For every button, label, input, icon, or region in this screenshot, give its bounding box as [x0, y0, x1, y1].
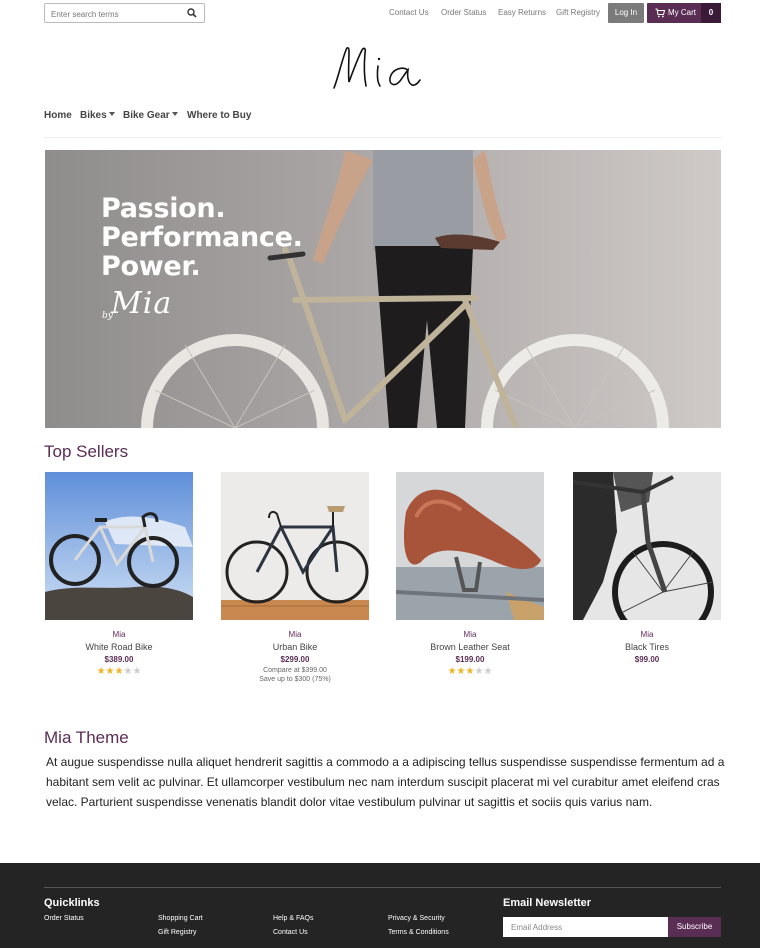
product-name[interactable]: White Road Bike: [45, 642, 193, 652]
star-rating: ★★★★★: [45, 666, 193, 677]
easy-returns-link[interactable]: Easy Returns: [498, 8, 546, 17]
nav-home[interactable]: Home: [44, 110, 72, 121]
hero-line-3: Power.: [101, 251, 201, 282]
product-price: $99.00: [634, 655, 660, 664]
login-button[interactable]: Log In: [608, 3, 644, 23]
star-filled-icon: ★★★: [96, 666, 124, 677]
product-brand: Mia: [463, 630, 477, 639]
theme-heading: Mia Theme: [44, 728, 129, 747]
compare-price: Compare at $399.00: [263, 667, 327, 674]
footer-link-terms-conditions[interactable]: Terms & Conditions: [388, 929, 449, 936]
product-brand: Mia: [288, 630, 302, 639]
site-logo[interactable]: [320, 38, 440, 98]
footer-link-gift-registry[interactable]: Gift Registry: [158, 929, 197, 936]
hero-headline: Passion. Performance. Power.: [101, 194, 303, 281]
star-empty-icon: ★★: [474, 666, 493, 677]
cart-button[interactable]: My Cart 0: [647, 3, 721, 23]
search-box: [44, 3, 205, 24]
footer-link-order-status[interactable]: Order Status: [44, 915, 84, 922]
footer-link-shopping-cart[interactable]: Shopping Cart: [158, 915, 203, 922]
product-name[interactable]: Black Tires: [573, 642, 721, 652]
top-bar: Contact Us Order Status Easy Returns Gif…: [0, 0, 760, 28]
nav-bike-gear-label: Bike Gear: [123, 110, 170, 121]
contact-us-link[interactable]: Contact Us: [389, 8, 429, 17]
footer: Quicklinks Order Status Shopping Cart Gi…: [0, 863, 760, 948]
cart-icon: [655, 8, 665, 18]
caret-down-icon: [108, 112, 115, 116]
order-status-link[interactable]: Order Status: [441, 8, 486, 17]
star-filled-icon: ★★★: [447, 666, 475, 677]
quicklinks-heading: Quicklinks: [44, 897, 100, 909]
hero-line-2: Performance.: [101, 222, 303, 253]
search-input[interactable]: [45, 5, 180, 24]
product-name[interactable]: Urban Bike: [221, 642, 369, 652]
product-price: $199.00: [455, 655, 485, 664]
cart-label: My Cart: [668, 8, 696, 17]
product-brand: Mia: [112, 630, 126, 639]
white-road-bike-image[interactable]: [45, 472, 193, 620]
footer-link-contact-us[interactable]: Contact Us: [273, 929, 308, 936]
urban-bike-image[interactable]: [221, 472, 369, 620]
subscribe-button[interactable]: Subscribe: [668, 917, 721, 937]
nav-bikes[interactable]: Bikes: [80, 110, 115, 121]
footer-link-help-faqs[interactable]: Help & FAQs: [273, 915, 313, 922]
footer-link-privacy-security[interactable]: Privacy & Security: [388, 915, 445, 922]
theme-description: At augue suspendisse nulla aliquet hendr…: [46, 755, 725, 809]
savings-text: Save up to $300 (75%): [259, 676, 331, 683]
product-name[interactable]: Brown Leather Seat: [396, 642, 544, 652]
newsletter-email-input[interactable]: [503, 917, 668, 937]
caret-down-icon: [171, 112, 178, 116]
product-price: $389.00: [104, 655, 134, 664]
nav-where-to-buy-label: Where to Buy: [187, 110, 252, 121]
nav-bike-gear[interactable]: Bike Gear: [123, 110, 178, 121]
search-icon[interactable]: [187, 8, 197, 18]
nav-home-label: Home: [44, 110, 72, 121]
nav-divider: [44, 137, 721, 138]
gift-registry-link[interactable]: Gift Registry: [556, 8, 600, 17]
star-empty-icon: ★★: [123, 666, 142, 677]
cart-count: 0: [701, 3, 721, 23]
product-brand: Mia: [640, 630, 654, 639]
black-tires-image[interactable]: [573, 472, 721, 620]
product-card[interactable]: Mia Black Tires $99.00: [573, 472, 721, 664]
nav-bikes-label: Bikes: [80, 110, 107, 121]
top-sellers-heading: Top Sellers: [44, 442, 129, 461]
product-card[interactable]: Mia Urban Bike $299.00 Compare at $399.0…: [221, 472, 369, 683]
product-card[interactable]: Mia Brown Leather Seat $199.00 ★★★★★: [396, 472, 544, 677]
brown-leather-seat-image[interactable]: [396, 472, 544, 620]
star-rating: ★★★★★: [396, 666, 544, 677]
hero-line-1: Passion.: [101, 193, 226, 224]
hero-brand-text: Mia: [111, 286, 173, 321]
product-price: $299.00: [280, 655, 310, 664]
hero-banner[interactable]: Passion. Performance. Power. by Mia: [45, 150, 721, 428]
footer-divider: [44, 887, 721, 888]
nav-where-to-buy[interactable]: Where to Buy: [187, 110, 251, 121]
product-card[interactable]: Mia White Road Bike $389.00 ★★★★★: [45, 472, 193, 677]
newsletter-heading: Email Newsletter: [503, 897, 592, 909]
